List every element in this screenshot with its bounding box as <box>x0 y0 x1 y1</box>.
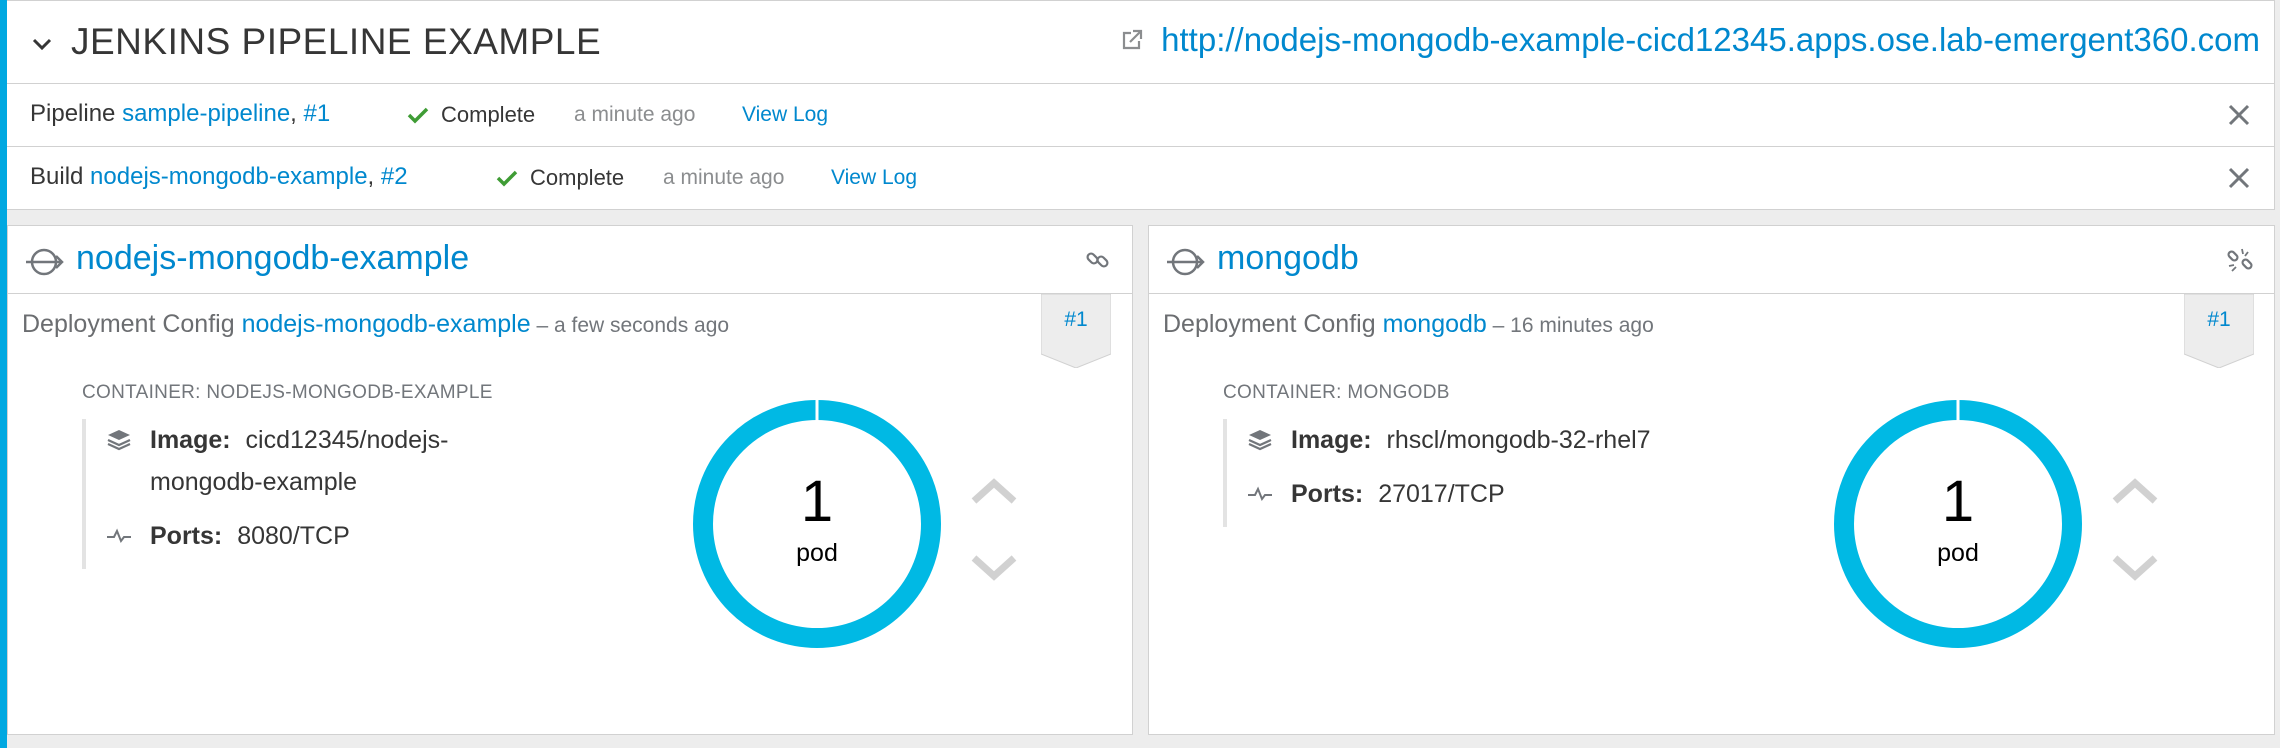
link-icon[interactable] <box>1084 246 1112 274</box>
pipeline-status: Complete <box>407 102 535 128</box>
pod-count: 1 <box>800 469 834 534</box>
scale-up-icon[interactable] <box>2109 475 2161 507</box>
dc-time: – 16 minutes ago <box>1486 314 1654 337</box>
close-icon[interactable] <box>2226 102 2252 128</box>
layers-icon <box>107 430 131 451</box>
dc-time: – a few seconds ago <box>530 314 730 337</box>
dc-prefix: Deployment Config <box>22 310 242 338</box>
pod-donut: 1 pod <box>1827 393 2089 655</box>
container-details: Image: rhscl/mongodb-32-rhel7 Ports: 270… <box>1223 419 1651 527</box>
pod-unit: pod <box>1937 539 1979 567</box>
route-url: http://nodejs-mongodb-example-cicd12345.… <box>1161 21 2260 58</box>
ports-row: Ports: 27017/TCP <box>1247 473 1651 515</box>
pipeline-number-link[interactable]: #1 <box>304 100 331 127</box>
service-header: mongodb <box>1149 226 2274 294</box>
pipeline-view-log-link[interactable]: View Log <box>742 103 828 127</box>
service-icon <box>26 248 64 276</box>
dc-prefix: Deployment Config <box>1163 310 1383 338</box>
unlink-icon[interactable] <box>2226 246 2254 274</box>
check-icon <box>407 107 429 124</box>
layers-icon <box>1248 430 1272 451</box>
ports-label: Ports: <box>150 522 223 550</box>
pipeline-label: Pipeline sample-pipeline, #1 <box>30 100 330 128</box>
deployment-config-line: Deployment Config nodejs-mongodb-example… <box>22 310 729 339</box>
container-label: CONTAINER: NODEJS-MONGODB-EXAMPLE <box>82 382 493 403</box>
build-prefix: Build <box>30 163 84 190</box>
pipeline-name-link[interactable]: sample-pipeline <box>122 100 290 127</box>
pod-donut: 1 pod <box>686 393 948 655</box>
service-name-link[interactable]: mongodb <box>1217 239 1359 278</box>
app-panel: JENKINS PIPELINE EXAMPLE http://nodejs-m… <box>7 0 2275 210</box>
image-label: Image: <box>1291 426 1372 454</box>
image-row: Image: rhscl/mongodb-32-rhel7 <box>1247 419 1651 461</box>
image-label: Image: <box>150 426 231 454</box>
image-row: Image: cicd12345/nodejs- mongodb-example <box>106 419 448 503</box>
chevron-down-icon[interactable] <box>27 29 57 59</box>
pipeline-status-text: Complete <box>441 102 536 127</box>
pipeline-time: a minute ago <box>574 103 696 126</box>
build-status-text: Complete <box>530 165 625 190</box>
build-name-link[interactable]: nodejs-mongodb-example <box>90 163 368 190</box>
container-details: Image: cicd12345/nodejs- mongodb-example… <box>82 419 448 569</box>
app-header: JENKINS PIPELINE EXAMPLE http://nodejs-m… <box>7 1 2274 84</box>
route-link[interactable]: http://nodejs-mongodb-example-cicd12345.… <box>1119 21 2260 59</box>
build-status: Complete <box>496 165 624 191</box>
image-value-cont: mongodb-example <box>150 468 358 496</box>
dc-name-link[interactable]: nodejs-mongodb-example <box>242 310 531 338</box>
app-title: JENKINS PIPELINE EXAMPLE <box>71 21 602 62</box>
service-icon <box>1167 248 1205 276</box>
ports-value: 27017/TCP <box>1378 480 1505 508</box>
image-value: cicd12345/nodejs- <box>245 426 449 454</box>
app-accent-bar <box>0 0 7 748</box>
scale-down-icon[interactable] <box>968 552 1020 584</box>
close-icon[interactable] <box>2226 165 2252 191</box>
revision-tag[interactable]: #1 <box>1041 294 1111 368</box>
deployment-config-line: Deployment Config mongodb – 16 minutes a… <box>1163 310 1654 339</box>
ports-value: 8080/TCP <box>237 522 350 550</box>
service-name-link[interactable]: nodejs-mongodb-example <box>76 239 469 278</box>
pulse-icon <box>107 528 131 544</box>
revision-tag[interactable]: #1 <box>2184 294 2254 368</box>
build-view-log-link[interactable]: View Log <box>831 166 917 190</box>
build-label: Build nodejs-mongodb-example, #2 <box>30 163 408 191</box>
build-separator: , <box>367 163 381 190</box>
pipeline-prefix: Pipeline <box>30 100 116 127</box>
revision-number: #1 <box>2207 308 2231 331</box>
scale-down-icon[interactable] <box>2109 552 2161 584</box>
build-status-row: Build nodejs-mongodb-example, #2 Complet… <box>7 147 2274 210</box>
container-label: CONTAINER: MONGODB <box>1223 382 1450 403</box>
image-value: rhscl/mongodb-32-rhel7 <box>1386 426 1651 454</box>
ports-label: Ports: <box>1291 480 1364 508</box>
pipeline-status-row: Pipeline sample-pipeline, #1 Complete a … <box>7 84 2274 147</box>
ports-row: Ports: 8080/TCP <box>106 515 448 557</box>
revision-number: #1 <box>1064 308 1088 331</box>
service-card-nodejs: nodejs-mongodb-example Deployment Config… <box>7 225 1133 735</box>
pod-unit: pod <box>796 539 838 567</box>
build-number-link[interactable]: #2 <box>381 163 408 190</box>
check-icon <box>496 170 518 187</box>
external-link-icon <box>1123 29 1143 50</box>
scale-up-icon[interactable] <box>968 475 1020 507</box>
pod-count: 1 <box>1941 469 1975 534</box>
pulse-icon <box>1248 486 1272 502</box>
build-time: a minute ago <box>663 166 785 189</box>
service-card-mongodb: mongodb Deployment Config mongodb – 16 m… <box>1148 225 2275 735</box>
dc-name-link[interactable]: mongodb <box>1383 310 1487 338</box>
pipeline-separator: , <box>290 100 304 127</box>
service-header: nodejs-mongodb-example <box>8 226 1132 294</box>
